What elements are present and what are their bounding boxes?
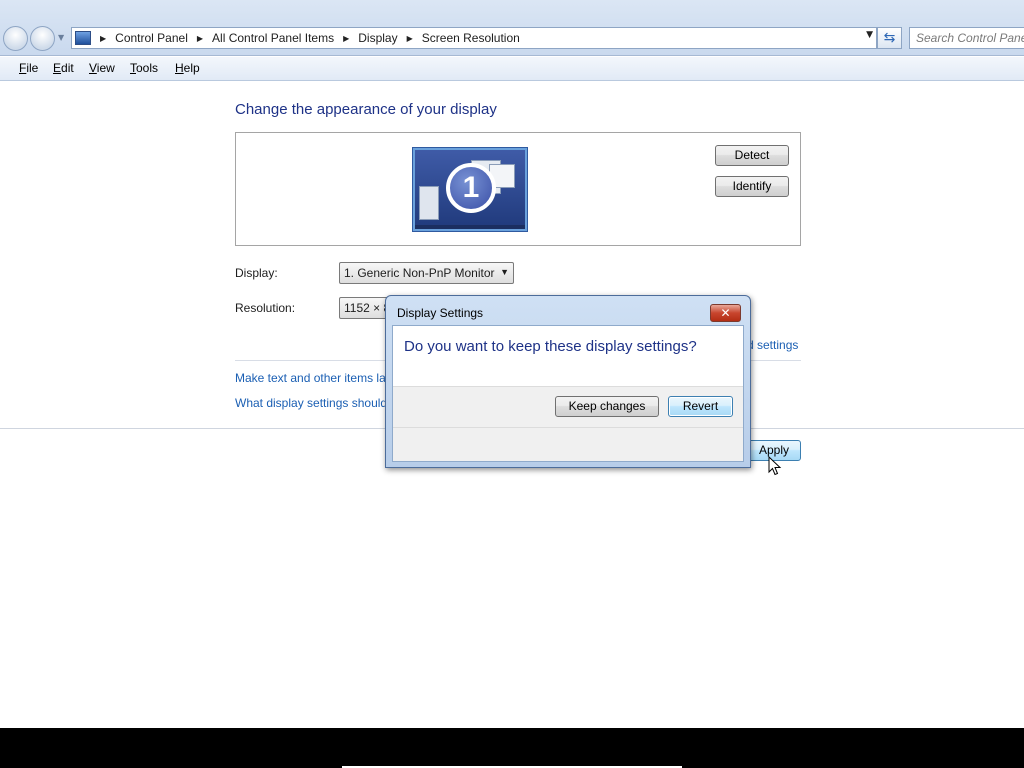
breadcrumb-arrow-icon[interactable]: ▶ [407,34,413,43]
recent-pages-icon[interactable]: ▼ [58,33,64,42]
display-settings-help-link[interactable]: What display settings should [235,396,387,410]
menu-view[interactable]: View [89,61,115,75]
detect-button[interactable]: Detect [715,145,789,166]
menu-file[interactable]: File [19,61,38,75]
dialog-question: Do you want to keep these display settin… [404,338,697,355]
breadcrumb-display[interactable]: Display [357,31,398,45]
breadcrumb-all-items[interactable]: All Control Panel Items [211,31,335,45]
close-icon[interactable]: ✕ [710,304,741,322]
revert-button[interactable]: Revert [668,396,733,417]
back-button[interactable] [3,26,28,51]
refresh-button[interactable]: ⇆ [877,27,902,49]
menu-tools[interactable]: Tools [130,61,158,75]
preview-window-graphic [419,186,439,220]
display-label: Display: [235,266,278,280]
identify-button[interactable]: Identify [715,176,789,197]
display-settings-dialog: Display Settings ✕ Do you want to keep t… [385,295,751,468]
search-input[interactable]: Search Control Panel [909,27,1024,49]
breadcrumb-screen-resolution[interactable]: Screen Resolution [421,31,521,45]
forward-button[interactable] [30,26,55,51]
menu-bar: File Edit View Tools Help [0,57,1024,81]
breadcrumb-arrow-icon[interactable]: ▶ [343,34,349,43]
control-panel-icon [75,31,91,45]
menu-help[interactable]: Help [175,61,200,75]
dialog-title: Display Settings [397,306,484,320]
keep-changes-button[interactable]: Keep changes [555,396,659,417]
advanced-settings-link[interactable]: d settings [747,338,798,352]
dialog-body: Do you want to keep these display settin… [392,325,744,462]
breadcrumb-control-panel[interactable]: Control Panel [114,31,189,45]
address-bar-area: ▼ ▶ Control Panel ▶ All Control Panel It… [0,0,1024,56]
resolution-label: Resolution: [235,301,296,315]
dialog-button-area: Keep changes Revert [393,386,743,461]
dialog-divider [393,427,743,428]
text-size-link[interactable]: Make text and other items la [235,371,386,385]
dropdown-arrow-icon: ▼ [500,267,509,277]
display-select-value: 1. Generic Non-PnP Monitor [344,266,495,280]
breadcrumb-arrow-icon[interactable]: ▶ [197,34,203,43]
refresh-icon: ⇆ [883,30,896,46]
resolution-select-value: 1152 × 8 [344,301,391,315]
address-dropdown-icon[interactable]: ▼ [866,30,873,40]
monitor-1-icon[interactable]: 1 [413,148,527,231]
preview-taskbar-graphic [415,225,525,229]
control-panel-window: ▼ ▶ Control Panel ▶ All Control Panel It… [0,0,1024,728]
display-select[interactable]: 1. Generic Non-PnP Monitor ▼ [339,262,514,284]
address-field[interactable]: ▶ Control Panel ▶ All Control Panel Item… [71,27,877,49]
breadcrumb: ▶ Control Panel ▶ All Control Panel Item… [96,31,521,45]
monitor-preview-panel: 1 Detect Identify [235,132,801,246]
page-title: Change the appearance of your display [235,101,497,118]
breadcrumb-arrow-icon[interactable]: ▶ [100,34,106,43]
monitor-number: 1 [446,163,496,213]
menu-edit[interactable]: Edit [53,61,74,75]
